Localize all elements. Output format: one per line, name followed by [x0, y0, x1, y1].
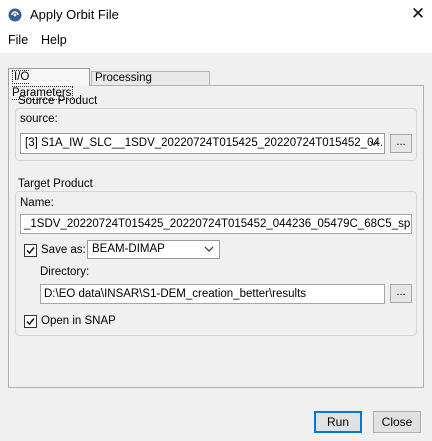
target-name-field[interactable]: _1SDV_20220724T015425_20220724T015452_04…	[20, 214, 412, 234]
directory-browse-button[interactable]: ...	[390, 284, 412, 303]
checkmark-icon	[26, 318, 35, 326]
tab-io-parameters-label: I/O Parameters	[12, 70, 74, 100]
directory-field[interactable]: D:\EO data\INSAR\S1-DEM_creation_better\…	[40, 284, 385, 304]
source-product-select[interactable]: [3] S1A_IW_SLC__1SDV_20220724T015425_202…	[20, 133, 385, 154]
save-format-select[interactable]: BEAM-DIMAP	[87, 240, 220, 259]
directory-label: Directory:	[40, 266, 90, 278]
source-product-group: source: [3] S1A_IW_SLC__1SDV_20220724T01…	[15, 108, 417, 161]
name-label: Name:	[20, 197, 54, 209]
menu-help[interactable]: Help	[41, 33, 67, 47]
save-as-checkbox[interactable]	[24, 244, 37, 257]
dialog-content: I/O Parameters Processing Parameters Sou…	[0, 53, 432, 441]
title-bar: Apply Orbit File ✕	[0, 0, 432, 30]
close-window-icon[interactable]: ✕	[408, 3, 428, 25]
tab-processing-parameters[interactable]: Processing Parameters	[91, 71, 210, 97]
snap-logo-icon	[8, 8, 22, 22]
close-button[interactable]: Close	[373, 411, 421, 433]
menu-bar: File Help	[0, 30, 432, 52]
save-format-value: BEAM-DIMAP	[92, 243, 165, 255]
chevron-down-icon	[368, 134, 380, 153]
window-title: Apply Orbit File	[30, 7, 119, 22]
target-product-title: Target Product	[18, 178, 93, 190]
io-parameters-panel: Source Product source: [3] S1A_IW_SLC__1…	[8, 85, 424, 388]
open-in-snap-checkbox[interactable]	[24, 315, 37, 328]
source-label: source:	[20, 113, 58, 125]
save-as-label: Save as:	[41, 244, 86, 256]
source-browse-button[interactable]: ...	[390, 134, 412, 153]
source-product-value: [3] S1A_IW_SLC__1SDV_20220724T015425_202…	[25, 137, 385, 149]
tab-io-parameters[interactable]: I/O Parameters	[8, 68, 90, 100]
open-in-snap-label: Open in SNAP	[41, 315, 116, 327]
run-button[interactable]: Run	[314, 411, 362, 433]
checkmark-icon	[26, 247, 35, 255]
chevron-down-icon	[203, 241, 215, 258]
menu-file[interactable]: File	[8, 33, 28, 47]
target-product-group: Name: _1SDV_20220724T015425_20220724T015…	[15, 191, 417, 336]
